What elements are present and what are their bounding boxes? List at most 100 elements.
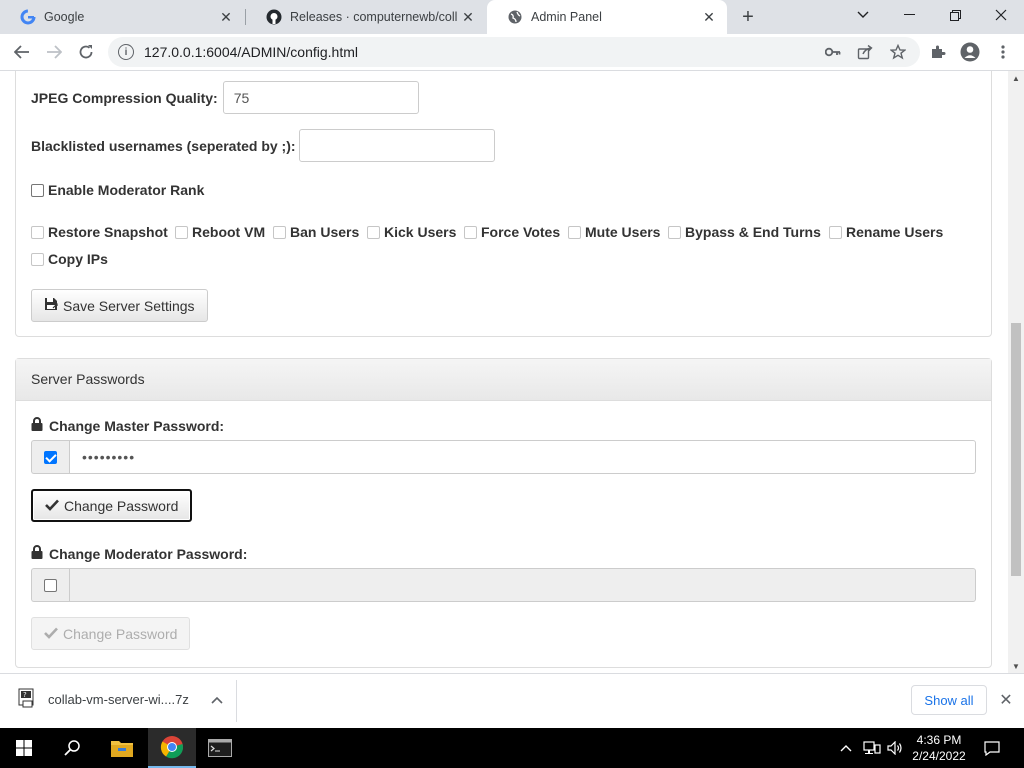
perm-copy-ips[interactable]: Copy IPs <box>31 251 108 267</box>
file-explorer-icon[interactable] <box>98 728 146 768</box>
moderator-password-group <box>31 568 976 602</box>
reload-button[interactable] <box>72 38 100 66</box>
perm-checkbox[interactable] <box>273 225 286 239</box>
server-settings-panel: JPEG Compression Quality: 75 Blacklisted… <box>15 71 992 337</box>
tab-releases[interactable]: Releases · computernewb/collab ✕ <box>246 0 486 34</box>
moderator-password-toggle[interactable] <box>31 568 69 602</box>
extensions-icon[interactable] <box>924 38 952 66</box>
moderator-password-input[interactable] <box>69 568 976 602</box>
perm-label: Bypass & End Turns <box>685 224 821 240</box>
restore-button[interactable] <box>932 0 978 30</box>
notifications-icon[interactable] <box>980 728 1004 768</box>
change-master-password-button[interactable]: Change Password <box>31 489 193 522</box>
moderator-password-label-row: Change Moderator Password: <box>31 545 247 562</box>
perm-mute-users[interactable]: Mute Users <box>568 224 660 240</box>
tab-search-button[interactable] <box>840 0 886 30</box>
page-scrollbar[interactable]: ▲ ▼ <box>1008 71 1024 673</box>
panel-heading: Server Passwords <box>16 359 991 401</box>
master-password-checkbox[interactable] <box>44 450 57 464</box>
show-all-button[interactable]: Show all <box>911 685 987 715</box>
tab-google[interactable]: Google ✕ <box>0 0 244 34</box>
perm-checkbox[interactable] <box>31 225 44 239</box>
bookmark-star-icon[interactable] <box>886 37 910 67</box>
perm-label: Restore Snapshot <box>48 224 168 240</box>
search-icon[interactable] <box>48 728 96 768</box>
close-icon[interactable]: ✕ <box>216 7 236 27</box>
chevron-up-icon[interactable] <box>836 728 856 768</box>
perm-force-votes[interactable]: Force Votes <box>464 224 560 240</box>
blacklist-input[interactable] <box>298 129 495 162</box>
close-window-button[interactable] <box>978 0 1024 30</box>
jpeg-quality-label: JPEG Compression Quality: <box>31 89 218 106</box>
tab-title: Releases · computernewb/collab <box>290 10 458 24</box>
moderator-rank-checkbox[interactable] <box>31 183 44 197</box>
close-icon[interactable]: ✕ <box>458 7 478 27</box>
github-icon <box>266 9 282 25</box>
change-moderator-password-button[interactable]: Change Password <box>31 617 191 650</box>
perm-label: Ban Users <box>290 224 360 240</box>
system-clock[interactable]: 4:36 PM 2/24/2022 <box>904 732 974 764</box>
perm-label: Mute Users <box>585 224 661 240</box>
terminal-icon[interactable] <box>196 728 244 768</box>
perm-label: Rename Users <box>846 224 944 240</box>
moderator-password-checkbox[interactable] <box>44 578 57 592</box>
chrome-icon[interactable] <box>148 728 196 768</box>
perm-bypass-end-turns[interactable]: Bypass & End Turns <box>668 224 821 240</box>
menu-kebab-icon[interactable] <box>989 38 1017 66</box>
perm-checkbox[interactable] <box>31 252 44 266</box>
network-icon[interactable] <box>860 728 884 768</box>
scroll-down-arrow[interactable]: ▼ <box>1008 659 1024 673</box>
svg-text:?: ? <box>23 691 27 699</box>
perm-checkbox[interactable] <box>464 225 477 239</box>
windows-start-icon[interactable] <box>0 728 48 768</box>
jpeg-quality-input[interactable]: 75 <box>222 81 419 114</box>
perm-checkbox[interactable] <box>367 225 380 239</box>
perm-label: Copy IPs <box>48 251 108 267</box>
perm-reboot-vm[interactable]: Reboot VM <box>175 224 265 240</box>
key-icon[interactable] <box>821 37 845 67</box>
tab-title: Google <box>44 10 85 24</box>
chevron-up-icon[interactable] <box>211 692 223 707</box>
windows-taskbar: 4:36 PM 2/24/2022 <box>0 728 1024 768</box>
save-server-settings-button[interactable]: Save Server Settings <box>31 289 208 322</box>
perm-label: Reboot VM <box>192 224 266 240</box>
perm-restore-snapshot[interactable]: Restore Snapshot <box>31 224 168 240</box>
button-label: Change Password <box>64 497 179 514</box>
moderator-rank-label: Enable Moderator Rank <box>48 182 205 198</box>
globe-icon <box>507 9 523 25</box>
save-label: Save Server Settings <box>63 297 195 314</box>
perm-checkbox[interactable] <box>829 225 842 239</box>
master-password-label-row: Change Master Password: <box>31 417 224 434</box>
browser-toolbar: i 127.0.0.1:6004/ADMIN/config.html <box>0 34 1024 71</box>
forward-button[interactable] <box>40 38 68 66</box>
address-bar[interactable]: i 127.0.0.1:6004/ADMIN/config.html <box>108 37 920 67</box>
blacklist-label: Blacklisted usernames (seperated by ;): <box>31 137 296 154</box>
perm-label: Kick Users <box>384 224 457 240</box>
share-icon[interactable] <box>853 37 877 67</box>
button-label: Change Password <box>63 625 178 642</box>
master-password-input[interactable]: ••••••••• <box>69 440 976 474</box>
download-item[interactable]: ? collab-vm-server-wi....7z <box>18 688 223 711</box>
blacklist-row: Blacklisted usernames (seperated by ;): <box>31 129 495 162</box>
scroll-thumb[interactable] <box>1011 323 1021 576</box>
perm-checkbox[interactable] <box>668 225 681 239</box>
new-tab-button[interactable]: + <box>736 5 760 29</box>
perm-kick-users[interactable]: Kick Users <box>367 224 456 240</box>
close-icon[interactable]: ✕ <box>699 7 719 27</box>
perm-checkbox[interactable] <box>175 225 188 239</box>
tab-admin-panel[interactable]: Admin Panel ✕ <box>487 0 727 34</box>
checkmark-icon <box>45 498 59 514</box>
close-icon[interactable]: ✕ <box>996 690 1016 710</box>
checkmark-icon <box>44 626 58 642</box>
info-icon[interactable]: i <box>118 44 134 60</box>
perm-ban-users[interactable]: Ban Users <box>273 224 359 240</box>
minimize-button[interactable] <box>886 0 932 30</box>
back-button[interactable] <box>8 38 36 66</box>
volume-icon[interactable] <box>884 728 906 768</box>
profile-avatar-icon[interactable] <box>956 38 984 66</box>
perm-rename-users[interactable]: Rename Users <box>829 224 943 240</box>
lock-icon <box>31 417 43 434</box>
master-password-toggle[interactable] <box>31 440 69 474</box>
perm-checkbox[interactable] <box>568 225 581 239</box>
scroll-up-arrow[interactable]: ▲ <box>1008 71 1024 85</box>
